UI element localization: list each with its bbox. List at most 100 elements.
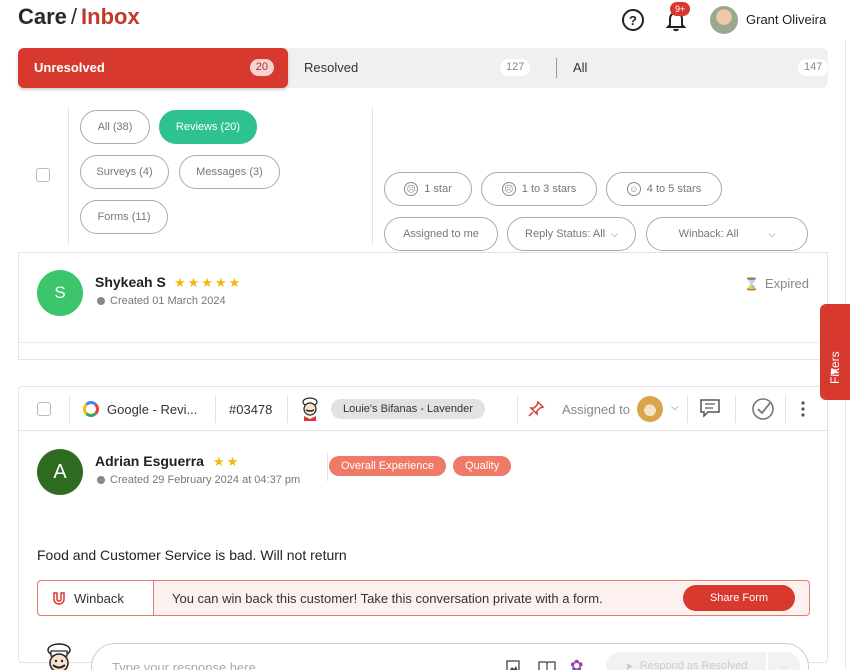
chef-logo-icon — [302, 397, 318, 421]
reviewer-name: Shykeah S — [95, 274, 166, 290]
filter-one-to-three-stars[interactable]: ☹ 1 to 3 stars — [481, 172, 597, 206]
neutral-face-icon: ☹ — [501, 182, 516, 196]
ticket-id: #03478 — [229, 402, 273, 417]
tab-resolved-label[interactable]: Resolved — [304, 60, 358, 75]
breadcrumb-separator: / — [70, 4, 78, 29]
filter-four-to-five-label: 4 to 5 stars — [646, 183, 702, 195]
chevron-down-icon[interactable]: ⌵ — [671, 402, 679, 413]
tab-divider — [556, 58, 557, 78]
star-rating: ★★★★★ — [174, 275, 243, 290]
review-card: S Shykeah S ★★★★★ Created 01 March 2024 … — [18, 252, 828, 360]
created-date-text: Created 01 March 2024 — [110, 295, 226, 307]
tags-divider — [327, 453, 328, 481]
toolbar-divider — [215, 395, 216, 423]
filter-reviews[interactable]: Reviews (20) — [159, 110, 257, 144]
inbox-content: Unresolved 20 Resolved 127 All 147 All (… — [0, 40, 846, 670]
review-toolbar: Google - Revi... #03478 Louie's Bifanas … — [19, 387, 827, 431]
filter-one-star-label: 1 star — [424, 183, 452, 195]
resolve-check-icon[interactable] — [751, 397, 775, 421]
toolbar-divider — [785, 395, 786, 423]
reply-status-label: Reply Status: All — [525, 228, 606, 240]
tab-all-count: 147 — [798, 59, 829, 76]
filter-assigned-to-me-label: Assigned to me — [403, 228, 479, 240]
filter-messages-label: Messages (3) — [196, 166, 263, 178]
toolbar-divider — [687, 395, 688, 423]
business-avatar — [47, 643, 71, 670]
winback-message: You can win back this customer! Take thi… — [172, 591, 603, 606]
breadcrumb-root[interactable]: Care — [18, 4, 67, 29]
review-source[interactable]: Google - Revi... — [107, 402, 197, 417]
review-card: Google - Revi... #03478 Louie's Bifanas … — [18, 386, 828, 670]
breadcrumb: Care / Inbox — [18, 4, 140, 30]
tab-resolved-count: 127 — [500, 59, 531, 76]
filter-reviews-label: Reviews (20) — [175, 121, 241, 133]
filter-assigned-to-me[interactable]: Assigned to me — [384, 217, 498, 251]
response-input[interactable]: Type your response here ✿ ➤ Respond as R… — [91, 643, 809, 670]
respond-resolved-label: Respond as Resolved — [639, 660, 748, 670]
created-date: Created 01 March 2024 — [97, 295, 226, 307]
hourglass-icon: ⌛ — [743, 276, 759, 291]
review-select-checkbox[interactable] — [37, 402, 51, 416]
chevron-down-icon: ⌵ — [768, 228, 776, 239]
filters-tab-label: Filters — [828, 351, 842, 384]
happy-face-icon: ☺ — [626, 182, 641, 196]
respond-options-dropdown[interactable]: ⌵ — [768, 652, 800, 670]
book-icon[interactable] — [538, 660, 556, 670]
assignee-avatar[interactable] — [637, 396, 663, 422]
topic-tag[interactable]: Overall Experience — [329, 456, 446, 476]
filter-forms[interactable]: Forms (11) — [80, 200, 168, 234]
filter-surveys[interactable]: Surveys (4) — [80, 155, 169, 189]
chevron-down-icon: ⌵ — [780, 660, 788, 670]
status-badge: ⌛ Expired — [744, 276, 809, 291]
star-rating: ★★ — [213, 454, 241, 469]
filter-messages[interactable]: Messages (3) — [179, 155, 280, 189]
filter-all[interactable]: All (38) — [80, 110, 150, 144]
filter-forms-label: Forms (11) — [97, 211, 151, 223]
avatar: S — [37, 270, 83, 316]
status-text: Expired — [764, 276, 809, 291]
reviewer-name: Adrian Esguerra — [95, 453, 204, 469]
ai-sparkle-icon[interactable]: ✿ — [570, 659, 583, 670]
filter-one-to-three-label: 1 to 3 stars — [521, 183, 577, 195]
comment-icon[interactable] — [699, 398, 721, 418]
toolbar-divider — [69, 395, 70, 423]
pin-icon[interactable] — [527, 400, 545, 418]
clock-icon — [97, 476, 105, 484]
filters-side-tab[interactable]: ▶ Filters — [820, 304, 850, 400]
top-header: Care / Inbox ? 9+ Grant Oliveira — [0, 0, 856, 40]
card-divider — [19, 342, 827, 343]
response-placeholder: Type your response here — [112, 660, 256, 670]
tab-all-label[interactable]: All — [573, 60, 587, 75]
user-name[interactable]: Grant Oliveira — [746, 12, 826, 27]
created-date-text: Created 29 February 2024 at 04:37 pm — [110, 474, 301, 486]
more-options-icon[interactable] — [801, 399, 805, 419]
share-form-button[interactable]: Share Form — [683, 585, 795, 611]
filter-all-label: All (38) — [97, 121, 133, 133]
filter-divider-2 — [372, 108, 373, 244]
google-icon — [83, 401, 99, 417]
tab-unresolved[interactable]: Unresolved 20 — [18, 48, 288, 88]
filter-one-star[interactable]: ☹ 1 star — [384, 172, 472, 206]
chevron-down-icon: ⌵ — [611, 228, 618, 239]
created-date: Created 29 February 2024 at 04:37 pm — [97, 474, 300, 486]
filter-surveys-label: Surveys (4) — [96, 166, 153, 178]
help-icon[interactable]: ? — [622, 9, 644, 31]
winback-label-box: Winback — [38, 581, 154, 615]
select-all-checkbox[interactable] — [36, 168, 50, 182]
user-avatar[interactable] — [710, 6, 738, 34]
image-icon[interactable] — [506, 660, 520, 670]
filter-four-to-five-stars[interactable]: ☺ 4 to 5 stars — [606, 172, 722, 206]
respond-resolved-button[interactable]: ➤ Respond as Resolved — [606, 652, 766, 670]
review-text: Food and Customer Service is bad. Will n… — [37, 547, 347, 563]
tab-unresolved-count: 20 — [249, 59, 274, 76]
winback-label: Winback — [74, 591, 124, 606]
toolbar-divider — [287, 395, 288, 423]
topic-tag[interactable]: Quality — [453, 456, 512, 476]
winback-dropdown[interactable]: Winback: All ⌵ — [646, 217, 808, 251]
breadcrumb-current: Inbox — [81, 4, 140, 29]
filter-panel: All (38) Reviews (20) Surveys (4) Messag… — [18, 98, 828, 251]
location-tag: Louie's Bifanas - Lavender — [331, 399, 485, 419]
sad-face-icon: ☹ — [404, 182, 419, 196]
toolbar-divider — [517, 395, 518, 423]
reply-status-dropdown[interactable]: Reply Status: All ⌵ — [507, 217, 636, 251]
